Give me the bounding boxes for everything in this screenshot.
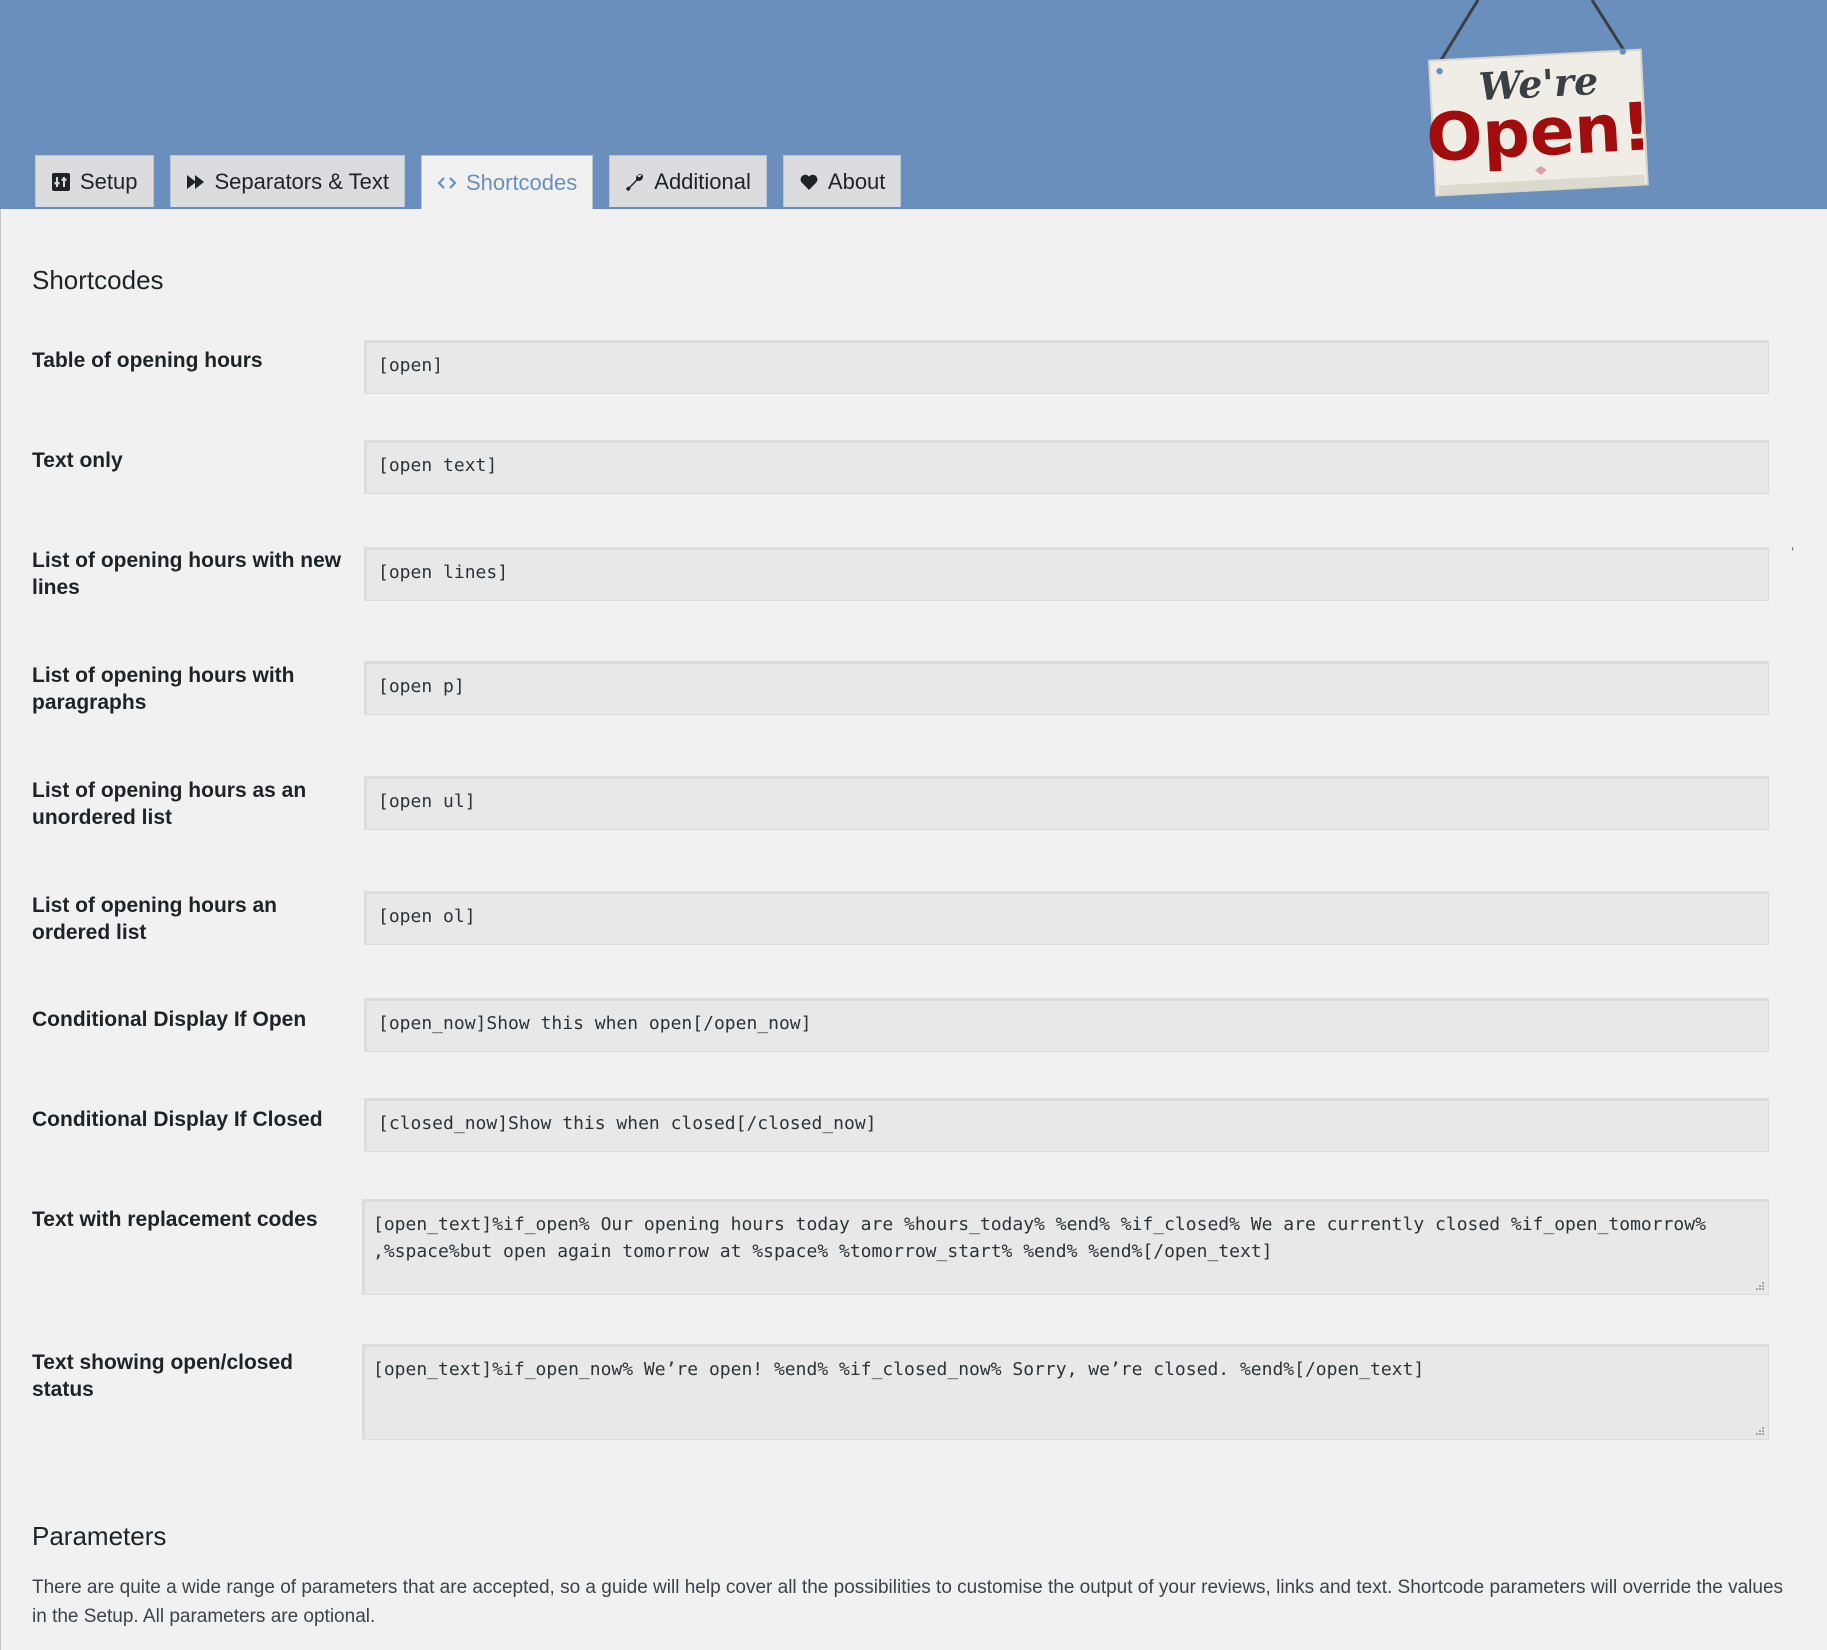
heart-icon bbox=[799, 172, 819, 192]
tab-about[interactable]: About bbox=[782, 155, 902, 207]
shortcode-textarea-status[interactable]: [open_text]%if_open_now% We’re open! %en… bbox=[362, 1344, 1769, 1440]
row-label: List of opening hours an ordered list bbox=[32, 894, 277, 944]
shortcode-textarea-replacement[interactable]: [open_text]%if_open% Our opening hours t… bbox=[362, 1199, 1769, 1295]
fast-forward-icon bbox=[186, 172, 206, 192]
parameters-title: Parameters bbox=[32, 1521, 167, 1551]
resize-grip-icon[interactable] bbox=[1755, 1281, 1765, 1291]
shortcode-field-closed-now[interactable]: [closed_now]Show this when closed[/close… bbox=[364, 1098, 1769, 1152]
row-label: Conditional Display If Open bbox=[32, 1008, 307, 1031]
tab-bar: Setup Separators & Text Shortcodes Addit… bbox=[35, 155, 902, 210]
row-label: Text showing open/closed status bbox=[32, 1351, 293, 1401]
tab-label: About bbox=[827, 168, 886, 194]
code-icon bbox=[437, 173, 457, 193]
tab-separators-text[interactable]: Separators & Text bbox=[169, 155, 405, 207]
tab-label: Setup bbox=[80, 168, 138, 194]
row-label: Table of opening hours bbox=[32, 349, 263, 372]
textarea-value: [open_text]%if_open% Our opening hours t… bbox=[373, 1214, 1706, 1262]
row-label: Text with replacement codes bbox=[32, 1208, 318, 1231]
resize-grip-icon[interactable] bbox=[1755, 1426, 1765, 1436]
tab-label: Shortcodes bbox=[465, 170, 578, 195]
wrench-icon bbox=[625, 172, 645, 192]
shortcode-field-p[interactable]: [open p] bbox=[364, 661, 1769, 715]
tab-label: Additional bbox=[654, 168, 751, 194]
row-label: Conditional Display If Closed bbox=[32, 1108, 323, 1131]
shortcode-field-table[interactable]: [open] bbox=[364, 340, 1769, 394]
tab-setup[interactable]: Setup bbox=[35, 155, 154, 207]
tab-shortcodes[interactable]: Shortcodes bbox=[420, 155, 594, 210]
tab-label: Separators & Text bbox=[214, 168, 389, 194]
section-title: Shortcodes bbox=[32, 265, 164, 295]
shortcode-field-open-now[interactable]: [open_now]Show this when open[/open_now] bbox=[364, 998, 1769, 1052]
tab-additional[interactable]: Additional bbox=[609, 155, 767, 207]
row-label: List of opening hours with paragraphs bbox=[32, 664, 295, 714]
page-header: Setup Separators & Text Shortcodes Addit… bbox=[0, 0, 1827, 210]
textarea-value: [open_text]%if_open_now% We’re open! %en… bbox=[373, 1359, 1425, 1380]
stray-mark: ’ bbox=[1791, 544, 1795, 560]
open-sign-logo: We're Open! bbox=[1420, 0, 1660, 200]
main-content: Shortcodes Table of opening hours [open]… bbox=[0, 209, 1827, 1650]
setup-icon bbox=[51, 172, 71, 192]
parameters-description: There are quite a wide range of paramete… bbox=[32, 1577, 1784, 1627]
row-label: List of opening hours with new lines bbox=[32, 549, 342, 599]
row-label: List of opening hours as an unordered li… bbox=[32, 779, 307, 829]
shortcode-field-ol[interactable]: [open ol] bbox=[364, 891, 1769, 945]
row-label: Text only bbox=[32, 449, 123, 472]
shortcode-field-text[interactable]: [open text] bbox=[364, 440, 1769, 494]
shortcode-field-ul[interactable]: [open ul] bbox=[364, 776, 1769, 830]
sign-line2: Open! bbox=[1424, 88, 1653, 177]
shortcode-field-lines[interactable]: [open lines] bbox=[364, 547, 1769, 601]
